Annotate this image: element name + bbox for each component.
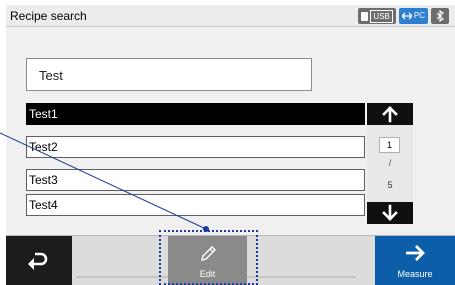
scroll-up-button[interactable]	[367, 103, 413, 125]
bluetooth-icon	[431, 8, 449, 24]
page-current: 1	[379, 137, 400, 153]
measure-button[interactable]: Measure	[375, 236, 455, 285]
pc-status: PC	[398, 8, 428, 24]
back-button[interactable]	[6, 236, 72, 285]
page-total: 5	[387, 180, 393, 190]
return-arrow-icon	[28, 252, 48, 270]
page-title: Recipe search	[10, 9, 87, 23]
right-arrow-icon	[406, 245, 425, 261]
usb-status: USB	[358, 8, 396, 24]
scroll-down-button[interactable]	[367, 202, 413, 224]
down-arrow-icon	[382, 204, 398, 221]
page-separator: /	[388, 158, 392, 168]
edit-callout-highlight	[159, 230, 258, 285]
up-arrow-icon	[382, 106, 398, 123]
recipe-row-4[interactable]: Test4	[26, 194, 365, 216]
search-value: Test	[39, 68, 63, 83]
usb-drive-icon	[361, 11, 369, 21]
recipe-row-1[interactable]: Test1	[26, 103, 365, 125]
status-area: USB PC	[358, 8, 449, 24]
title-bar: Recipe search USB PC	[6, 5, 455, 27]
search-input[interactable]: Test	[26, 58, 312, 91]
recipe-row-3[interactable]: Test3	[26, 169, 365, 191]
recipe-row-2[interactable]: Test2	[26, 136, 365, 158]
measure-label: Measure	[397, 269, 433, 279]
list-pager: 1 / 5	[367, 103, 413, 224]
pc-link-icon	[401, 12, 412, 20]
